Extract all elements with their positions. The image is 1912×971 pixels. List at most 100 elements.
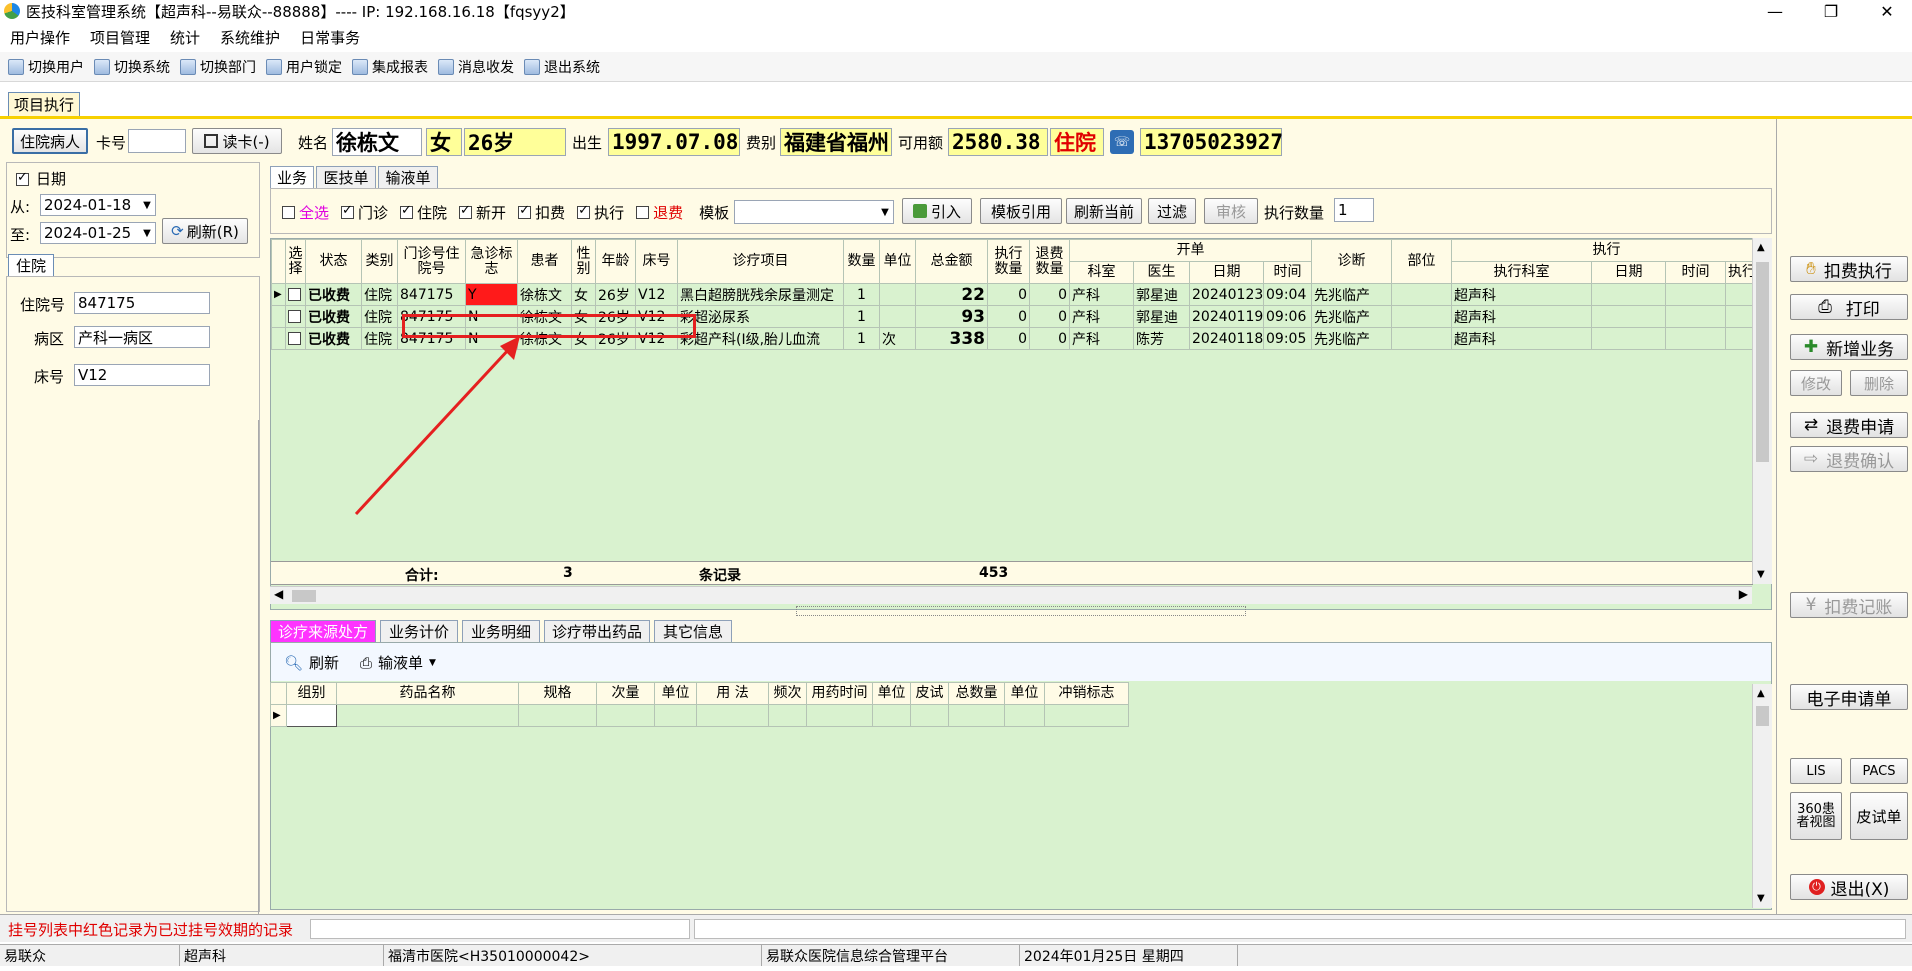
- charge-checkbox[interactable]: [518, 203, 532, 219]
- modify-button[interactable]: 修改: [1790, 370, 1842, 396]
- outpatient-checkbox[interactable]: [341, 203, 355, 219]
- scroll-right-icon[interactable]: ▶: [1739, 587, 1748, 601]
- minimize-button[interactable]: —: [1752, 0, 1798, 22]
- template-select[interactable]: ▼: [734, 200, 894, 224]
- tab-inpatient[interactable]: 住院: [8, 254, 54, 276]
- inpatient-button[interactable]: 住院病人: [12, 128, 88, 154]
- close-button[interactable]: ✕: [1864, 0, 1910, 22]
- new-checkbox[interactable]: [459, 203, 473, 219]
- col-exec-date: 日期: [1591, 261, 1666, 284]
- tab-biz-pricing[interactable]: 业务计价: [380, 620, 458, 642]
- new-biz-button[interactable]: ✚ 新增业务: [1790, 334, 1908, 360]
- charge-exec-button[interactable]: ✋︎ 扣费执行: [1790, 256, 1908, 282]
- switch-user-label: 切换用户: [28, 59, 84, 76]
- to-date-picker[interactable]: 2024-01-25 ▼: [40, 222, 156, 244]
- total-amount: 453: [979, 565, 1009, 581]
- exec-label: 执行: [594, 204, 625, 222]
- read-card-button[interactable]: 读卡(-): [192, 128, 282, 154]
- scroll-down-icon[interactable]: ▼: [1757, 893, 1765, 904]
- tab-business[interactable]: 业务: [270, 166, 314, 188]
- row-select-checkbox[interactable]: [285, 327, 306, 350]
- table-row[interactable]: ▶ 已收费 住院 847175 Y 徐栋文 女 26岁 V12 黑白超膀胱残余尿…: [271, 283, 1762, 306]
- menu-user-ops[interactable]: 用户操作: [0, 27, 80, 48]
- cell-group[interactable]: [286, 704, 337, 727]
- refund-checkbox[interactable]: [636, 206, 650, 219]
- patient-status-field: 住院: [1050, 128, 1104, 156]
- switch-user-button[interactable]: 切换用户: [8, 57, 84, 77]
- power-icon: ⏻: [1808, 879, 1825, 895]
- menu-statistics[interactable]: 统计: [160, 27, 210, 48]
- infusion-dropdown-button[interactable]: ⎙ 输液单 ▼: [360, 652, 436, 673]
- reports-button[interactable]: 集成报表: [352, 57, 428, 77]
- view360-button[interactable]: 360患者视图: [1790, 792, 1842, 840]
- charge-label: 扣费: [535, 204, 566, 222]
- import-button[interactable]: 引入: [902, 198, 972, 224]
- select-all-checkbox[interactable]: [282, 206, 295, 219]
- maximize-button[interactable]: ❐: [1808, 0, 1854, 22]
- new-label: 新开: [476, 204, 507, 222]
- table-row[interactable]: ▶: [270, 704, 1129, 727]
- switch-dept-button[interactable]: 切换部门: [180, 57, 256, 77]
- exit-button[interactable]: ⏻ 退出(X): [1790, 874, 1908, 900]
- cell-qty: 1: [843, 305, 880, 328]
- scroll-up-icon[interactable]: ▲: [1757, 688, 1765, 699]
- exec-qty-input[interactable]: 1: [1334, 198, 1374, 222]
- pacs-button[interactable]: PACS: [1850, 758, 1908, 784]
- scroll-left-icon[interactable]: ◀: [274, 587, 283, 601]
- scroll-up-icon[interactable]: ▲: [1757, 242, 1765, 253]
- date-checkbox[interactable]: [16, 170, 29, 188]
- messages-button[interactable]: 消息收发: [438, 57, 514, 77]
- tab-biz-detail[interactable]: 业务明细: [462, 620, 540, 642]
- doc-tab-project-exec[interactable]: 项目执行: [8, 92, 80, 116]
- scroll-down-icon[interactable]: ▼: [1757, 569, 1765, 580]
- from-date-picker[interactable]: 2024-01-18 ▼: [40, 194, 156, 216]
- cell-total-qty: [948, 704, 1005, 727]
- drug-vertical-scrollbar[interactable]: ▲ ▼: [1752, 684, 1772, 908]
- charge-record-button[interactable]: ¥ 扣费记账: [1790, 592, 1908, 618]
- exit-system-button[interactable]: 退出系统: [524, 57, 600, 77]
- refund-confirm-button[interactable]: ⇨ 退费确认: [1790, 446, 1908, 472]
- scroll-thumb[interactable]: [1756, 706, 1769, 726]
- filter-button[interactable]: 过滤: [1148, 198, 1196, 224]
- audit-button[interactable]: 审核: [1204, 198, 1258, 224]
- cell-emergency: Y: [465, 283, 518, 306]
- col-dose-unit: 单位: [654, 682, 697, 705]
- e-apply-button[interactable]: 电子申请单: [1790, 684, 1908, 710]
- menu-system-maintenance[interactable]: 系统维护: [210, 27, 290, 48]
- menu-daily-affairs[interactable]: 日常事务: [290, 27, 370, 48]
- hint-text: 挂号列表中红色记录为已过挂号效期的记录: [8, 921, 294, 939]
- print-button[interactable]: ⎙ 打印: [1790, 294, 1908, 320]
- tab-infusion-order[interactable]: 输液单: [378, 166, 438, 188]
- tab-other-info[interactable]: 其它信息: [654, 620, 732, 642]
- template-ref-button[interactable]: 模板引用: [980, 198, 1062, 224]
- lock-user-button[interactable]: 用户锁定: [266, 57, 342, 77]
- bed-field[interactable]: V12: [74, 364, 210, 386]
- lis-button[interactable]: LIS: [1790, 758, 1842, 784]
- exec-checkbox[interactable]: [577, 203, 591, 219]
- exit-label: 退出(X): [1830, 879, 1890, 900]
- splitter[interactable]: [258, 420, 266, 920]
- hscroll-thumb[interactable]: [292, 590, 316, 602]
- row-select-checkbox[interactable]: [285, 283, 306, 306]
- refresh-date-button[interactable]: ⟳ 刷新(R): [162, 218, 248, 244]
- card-input[interactable]: [128, 129, 186, 153]
- row-select-checkbox[interactable]: [285, 305, 306, 328]
- tab-treatment-source[interactable]: 诊疗来源处方: [270, 620, 376, 642]
- ward-field[interactable]: 产科一病区: [74, 326, 210, 348]
- skin-test-button[interactable]: 皮试单: [1850, 792, 1908, 840]
- drug-refresh-button[interactable]: 🔍︎ 刷新: [284, 652, 339, 673]
- switch-system-button[interactable]: 切换系统: [94, 57, 170, 77]
- horizontal-scrollbar[interactable]: ◀ ▶: [270, 586, 1752, 604]
- tab-medtech-order[interactable]: 医技单: [316, 166, 376, 188]
- tab-drugs[interactable]: 诊疗带出药品: [544, 620, 650, 642]
- col-refund-qty: 退费数量: [1029, 239, 1070, 284]
- vertical-scrollbar[interactable]: ▲ ▼: [1752, 238, 1772, 584]
- splitter-handle[interactable]: [796, 606, 1246, 616]
- scroll-thumb[interactable]: [1756, 262, 1769, 462]
- refund-apply-button[interactable]: ⇄ 退费申请: [1790, 412, 1908, 438]
- inpatient-no-field[interactable]: 847175: [74, 292, 210, 314]
- delete-button[interactable]: 删除: [1850, 370, 1908, 396]
- inpatient-checkbox[interactable]: [400, 203, 414, 219]
- menu-project-mgmt[interactable]: 项目管理: [80, 27, 160, 48]
- refresh-current-button[interactable]: 刷新当前: [1066, 198, 1142, 224]
